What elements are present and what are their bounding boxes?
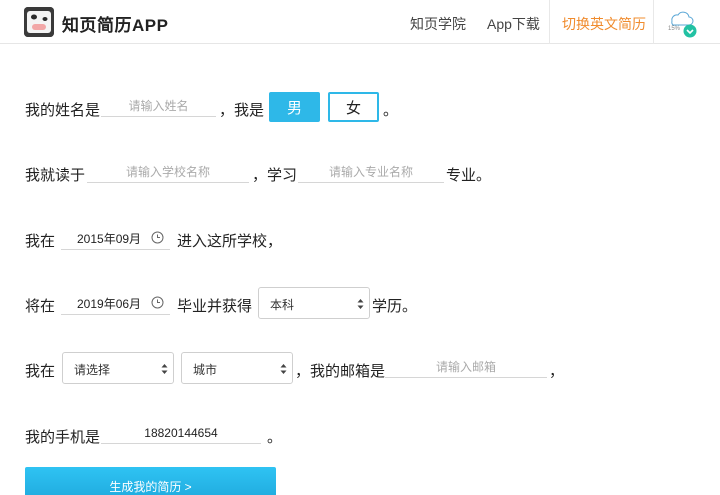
clock-icon bbox=[151, 231, 164, 244]
email-label: ，我的邮箱是 bbox=[295, 363, 386, 380]
province-select-value: 请选择 bbox=[74, 363, 111, 377]
gender-female-button[interactable]: 女 bbox=[328, 92, 379, 122]
top-header: 知页简历APP 知页学院 App下载 切换英文简历 15% bbox=[0, 0, 720, 44]
enroll-date-value: 2015年09月 bbox=[77, 232, 142, 246]
user-avatar[interactable]: 15% bbox=[666, 5, 700, 39]
school-label: 我就读于 bbox=[25, 167, 86, 184]
degree-select[interactable]: 本科 bbox=[258, 287, 370, 319]
major-suffix: 专业。 bbox=[446, 167, 492, 184]
nav-app-download-link[interactable]: App下载 bbox=[487, 14, 540, 34]
cow-logo-icon bbox=[24, 7, 54, 37]
clock-icon bbox=[151, 296, 164, 309]
grad-date-value: 2019年06月 bbox=[77, 297, 142, 311]
city-select[interactable]: 城市 bbox=[181, 352, 293, 384]
select-arrows-icon bbox=[357, 299, 364, 309]
nav-switch-english-resume-link[interactable]: 切换英文简历 bbox=[562, 14, 646, 34]
grad-label: 将在 bbox=[25, 298, 56, 315]
nav-academy-link[interactable]: 知页学院 bbox=[410, 14, 466, 34]
degree-select-value: 本科 bbox=[270, 298, 295, 312]
gender-suffix: 。 bbox=[383, 102, 399, 119]
grad-date-picker[interactable]: 2019年06月 bbox=[61, 291, 170, 315]
grad-middle-text: 毕业并获得 bbox=[177, 298, 253, 315]
select-arrows-icon bbox=[161, 364, 168, 374]
select-arrows-icon bbox=[280, 364, 287, 374]
phone-label: 我的手机是 bbox=[25, 429, 101, 446]
gender-label: ，我是 bbox=[219, 102, 265, 119]
school-input[interactable] bbox=[87, 161, 249, 183]
name-input[interactable] bbox=[101, 95, 216, 117]
user-badge-text: 15% bbox=[668, 26, 681, 32]
nav-divider bbox=[653, 0, 654, 44]
name-label: 我的姓名是 bbox=[25, 102, 101, 119]
location-label: 我在 bbox=[25, 363, 56, 380]
enroll-label: 我在 bbox=[25, 233, 56, 250]
phone-input[interactable] bbox=[101, 422, 261, 444]
enroll-suffix: 进入这所学校， bbox=[177, 233, 283, 250]
grad-suffix: 学历。 bbox=[372, 298, 418, 315]
gender-male-button[interactable]: 男 bbox=[269, 92, 320, 122]
generate-resume-button[interactable]: 生成我的简历 > bbox=[25, 467, 276, 495]
nav-divider bbox=[549, 0, 550, 44]
app-title[interactable]: 知页简历APP bbox=[62, 11, 168, 36]
province-select[interactable]: 请选择 bbox=[62, 352, 174, 384]
user-cloud-icon bbox=[671, 11, 697, 38]
major-input[interactable] bbox=[298, 161, 444, 183]
phone-suffix: 。 bbox=[267, 429, 283, 446]
email-input[interactable] bbox=[385, 356, 547, 378]
city-select-value: 城市 bbox=[193, 363, 218, 377]
major-label: ，学习 bbox=[252, 167, 298, 184]
email-suffix: ， bbox=[549, 363, 565, 380]
app-logo[interactable] bbox=[24, 7, 54, 37]
enroll-date-picker[interactable]: 2015年09月 bbox=[61, 226, 170, 250]
